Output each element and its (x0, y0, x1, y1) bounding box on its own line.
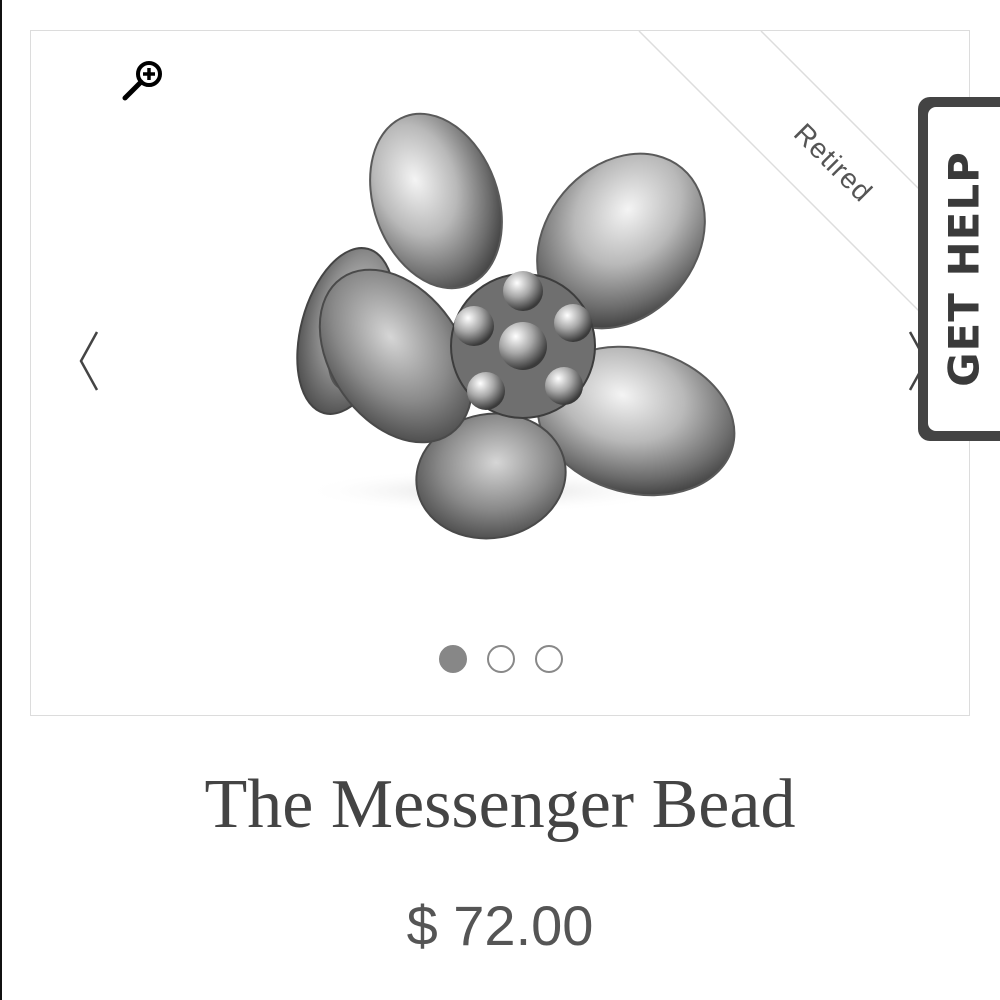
zoom-in-icon (122, 61, 162, 101)
carousel-dot-2[interactable] (487, 645, 515, 673)
page-edge (0, 0, 2, 1000)
product-price: $ 72.00 (406, 894, 594, 957)
product-gallery: Retired (30, 30, 970, 716)
zoom-button[interactable] (119, 57, 169, 107)
product-title: The Messenger Bead (204, 766, 796, 843)
prev-slide-button[interactable] (71, 326, 111, 396)
product-page: Retired GET HELP The Messenger Bead $ 72… (0, 0, 1000, 1000)
product-image (296, 112, 736, 540)
chevron-left-icon (79, 331, 99, 391)
get-help-panel: GET HELP (928, 107, 1000, 431)
retired-label: Retired (787, 117, 879, 208)
carousel-dot-1[interactable] (439, 645, 467, 673)
get-help-label: GET HELP (939, 151, 989, 387)
carousel-dot-3[interactable] (535, 645, 563, 673)
get-help-tab[interactable]: GET HELP (918, 97, 1000, 441)
carousel-dots (31, 645, 969, 673)
